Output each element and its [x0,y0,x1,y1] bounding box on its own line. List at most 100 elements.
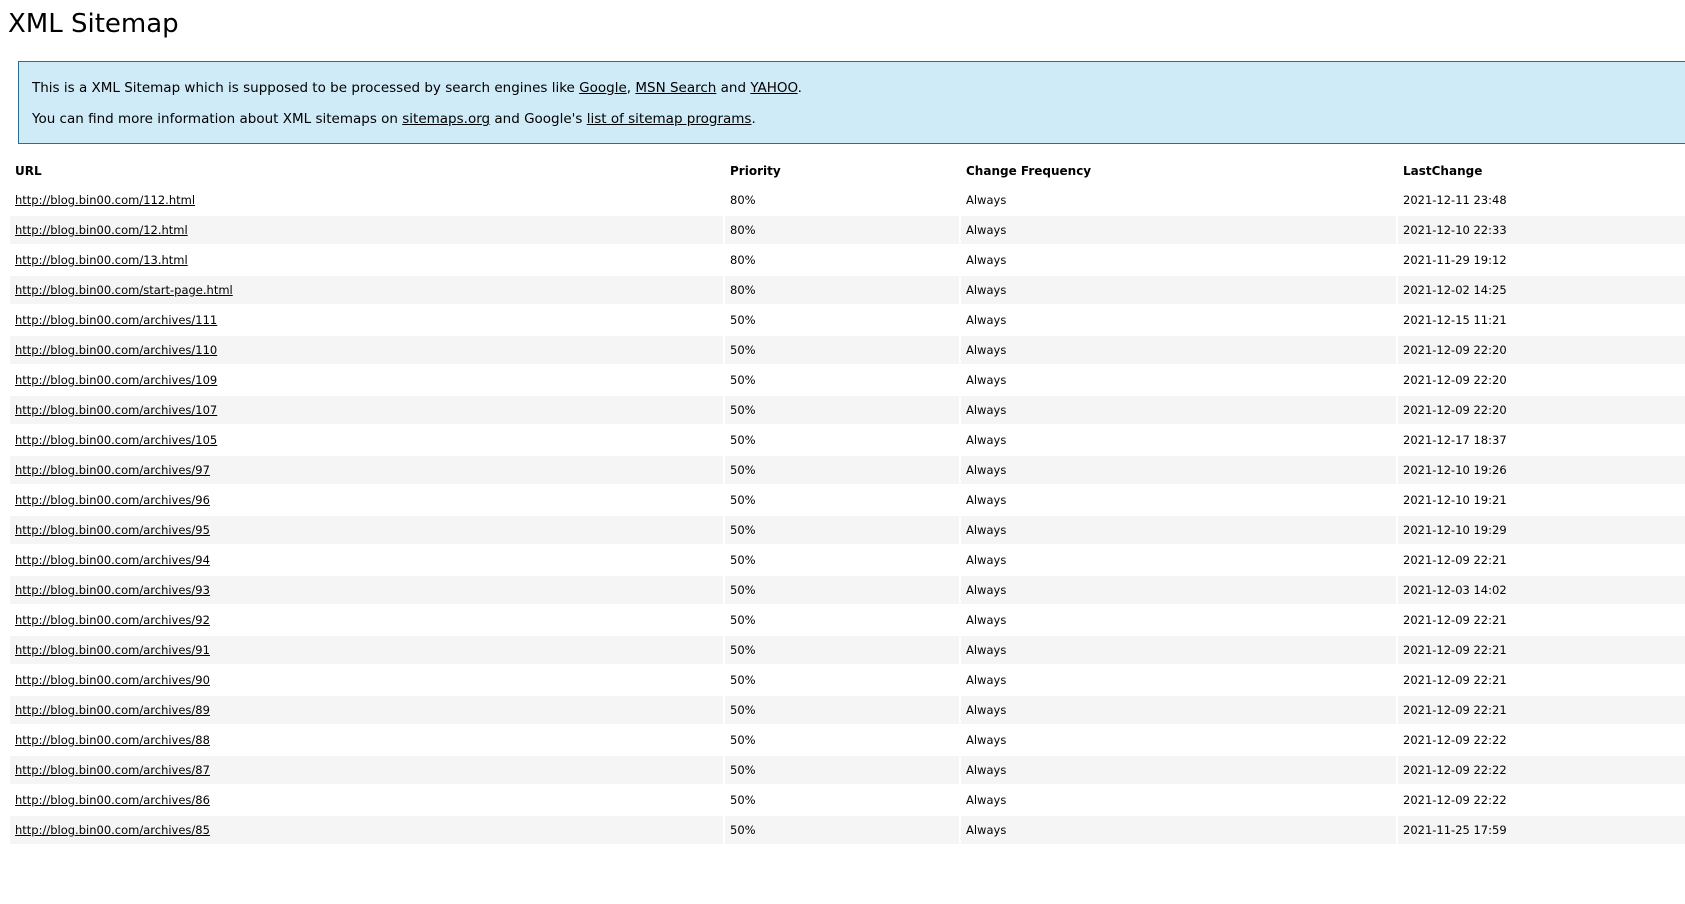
url-link[interactable]: http://blog.bin00.com/archives/90 [15,673,210,687]
url-link[interactable]: http://blog.bin00.com/archives/107 [15,403,217,417]
sitemap-programs-link[interactable]: list of sitemap programs [587,111,752,127]
table-row: http://blog.bin00.com/13.html 80% Always 20… [10,246,1685,274]
change-frequency-cell: Always [961,636,1396,664]
url-link[interactable]: http://blog.bin00.com/archives/92 [15,613,210,627]
url-link[interactable]: http://blog.bin00.com/archives/105 [15,433,217,447]
url-link[interactable]: http://blog.bin00.com/start-page.html [15,283,233,297]
priority-cell: 80% [725,246,959,274]
table-row: http://blog.bin00.com/archives/105 50% Alw… [10,426,1685,454]
change-frequency-cell: Always [961,786,1396,814]
url-cell: http://blog.bin00.com/archives/87 [10,756,723,784]
change-frequency-cell: Always [961,396,1396,424]
priority-cell: 80% [725,276,959,304]
table-row: http://blog.bin00.com/archives/86 50% Alwa… [10,786,1685,814]
yahoo-link[interactable]: YAHOO [750,80,797,96]
url-link[interactable]: http://blog.bin00.com/archives/109 [15,373,217,387]
priority-cell: 50% [725,666,959,694]
table-row: http://blog.bin00.com/archives/93 50% Alwa… [10,576,1685,604]
lastchange-cell: 2021-12-10 22:33 [1398,216,1685,244]
url-link[interactable]: http://blog.bin00.com/12.html [15,223,188,237]
table-row: http://blog.bin00.com/112.html 80% Always 2… [10,186,1685,214]
url-link[interactable]: http://blog.bin00.com/archives/96 [15,493,210,507]
url-cell: http://blog.bin00.com/112.html [10,186,723,214]
table-row: http://blog.bin00.com/archives/91 50% Alwa… [10,636,1685,664]
url-link[interactable]: http://blog.bin00.com/archives/93 [15,583,210,597]
priority-cell: 50% [725,366,959,394]
change-frequency-cell: Always [961,546,1396,574]
msn-search-link[interactable]: MSN Search [635,80,716,96]
lastchange-cell: 2021-12-09 22:21 [1398,606,1685,634]
lastchange-cell: 2021-12-09 22:20 [1398,396,1685,424]
url-link[interactable]: http://blog.bin00.com/archives/86 [15,793,210,807]
table-row: http://blog.bin00.com/archives/111 50% Alw… [10,306,1685,334]
lastchange-cell: 2021-12-10 19:29 [1398,516,1685,544]
change-frequency-cell: Always [961,576,1396,604]
lastchange-cell: 2021-12-09 22:21 [1398,666,1685,694]
priority-cell: 50% [725,636,959,664]
change-frequency-cell: Always [961,606,1396,634]
table-row: http://blog.bin00.com/archives/96 50% Alwa… [10,486,1685,514]
lastchange-cell: 2021-12-09 22:22 [1398,726,1685,754]
intro-text: . [797,80,802,96]
intro-separator: and [716,80,751,96]
url-link[interactable]: http://blog.bin00.com/archives/94 [15,553,210,567]
url-cell: http://blog.bin00.com/archives/109 [10,366,723,394]
table-row: http://blog.bin00.com/archives/88 50% Alwa… [10,726,1685,754]
change-frequency-cell: Always [961,726,1396,754]
priority-cell: 50% [725,546,959,574]
url-link[interactable]: http://blog.bin00.com/112.html [15,193,195,207]
column-header-url: URL [15,164,42,178]
url-cell: http://blog.bin00.com/archives/88 [10,726,723,754]
change-frequency-cell: Always [961,276,1396,304]
url-cell: http://blog.bin00.com/archives/96 [10,486,723,514]
url-cell: http://blog.bin00.com/archives/110 [10,336,723,364]
url-link[interactable]: http://blog.bin00.com/archives/91 [15,643,210,657]
url-link[interactable]: http://blog.bin00.com/archives/111 [15,313,217,327]
lastchange-cell: 2021-12-09 22:21 [1398,636,1685,664]
priority-cell: 50% [725,726,959,754]
page-title: XML Sitemap [8,9,179,39]
lastchange-cell: 2021-11-25 17:59 [1398,816,1685,844]
url-cell: http://blog.bin00.com/archives/85 [10,816,723,844]
url-link[interactable]: http://blog.bin00.com/13.html [15,253,188,267]
url-link[interactable]: http://blog.bin00.com/archives/88 [15,733,210,747]
table-row: http://blog.bin00.com/archives/85 50% Alwa… [10,816,1685,844]
priority-cell: 80% [725,186,959,214]
change-frequency-cell: Always [961,666,1396,694]
table-row: http://blog.bin00.com/archives/89 50% Alwa… [10,696,1685,724]
url-cell: http://blog.bin00.com/archives/94 [10,546,723,574]
table-row: http://blog.bin00.com/archives/110 50% Alw… [10,336,1685,364]
url-cell: http://blog.bin00.com/archives/90 [10,666,723,694]
change-frequency-cell: Always [961,216,1396,244]
intro-line-1: This is a XML Sitemap which is supposed … [32,79,802,97]
priority-cell: 50% [725,336,959,364]
change-frequency-cell: Always [961,816,1396,844]
url-link[interactable]: http://blog.bin00.com/archives/89 [15,703,210,717]
url-cell: http://blog.bin00.com/13.html [10,246,723,274]
intro-text: and Google's [490,111,587,127]
change-frequency-cell: Always [961,366,1396,394]
url-link[interactable]: http://blog.bin00.com/archives/110 [15,343,217,357]
priority-cell: 50% [725,396,959,424]
url-cell: http://blog.bin00.com/archives/105 [10,426,723,454]
url-cell: http://blog.bin00.com/archives/91 [10,636,723,664]
priority-cell: 50% [725,426,959,454]
url-link[interactable]: http://blog.bin00.com/archives/95 [15,523,210,537]
sitemaps-org-link[interactable]: sitemaps.org [402,111,490,127]
table-body: http://blog.bin00.com/112.html 80% Always 2… [10,186,1685,844]
url-link[interactable]: http://blog.bin00.com/archives/87 [15,763,210,777]
change-frequency-cell: Always [961,456,1396,484]
lastchange-cell: 2021-12-02 14:25 [1398,276,1685,304]
table-row: http://blog.bin00.com/archives/97 50% Alwa… [10,456,1685,484]
google-link[interactable]: Google [579,80,627,96]
priority-cell: 50% [725,816,959,844]
column-header-change-frequency: Change Frequency [966,164,1092,178]
priority-cell: 50% [725,516,959,544]
table-row: http://blog.bin00.com/archives/107 50% Alw… [10,396,1685,424]
url-link[interactable]: http://blog.bin00.com/archives/97 [15,463,210,477]
table-row: http://blog.bin00.com/archives/92 50% Alwa… [10,606,1685,634]
url-link[interactable]: http://blog.bin00.com/archives/85 [15,823,210,837]
url-cell: http://blog.bin00.com/archives/111 [10,306,723,334]
priority-cell: 50% [725,576,959,604]
url-cell: http://blog.bin00.com/archives/93 [10,576,723,604]
